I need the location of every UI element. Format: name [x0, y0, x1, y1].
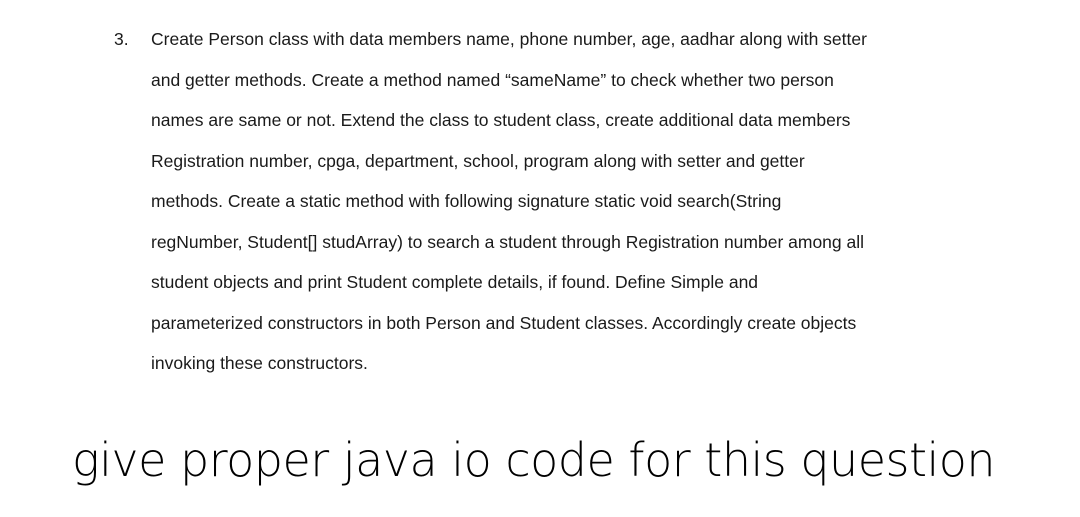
user-prompt-text: give proper java io code for this questi… [72, 433, 996, 487]
question-line: parameterized constructors in both Perso… [151, 312, 857, 333]
question-line: invoking these constructors. [151, 353, 368, 373]
question-line: Create Person class with data members na… [151, 29, 867, 49]
question-line: and getter methods. Create a method name… [151, 69, 834, 90]
question-number: 3. [114, 29, 129, 49]
question-line: regNumber, Student[] studArray) to searc… [151, 231, 865, 252]
question-line: Registration number, cpga, department, s… [151, 150, 805, 171]
question-line: methods. Create a static method with fol… [151, 191, 782, 211]
question-line: names are same or not. Extend the class … [151, 110, 851, 130]
question-text: Create Person class with data members na… [151, 19, 999, 384]
question-line: student objects and print Student comple… [151, 272, 759, 292]
